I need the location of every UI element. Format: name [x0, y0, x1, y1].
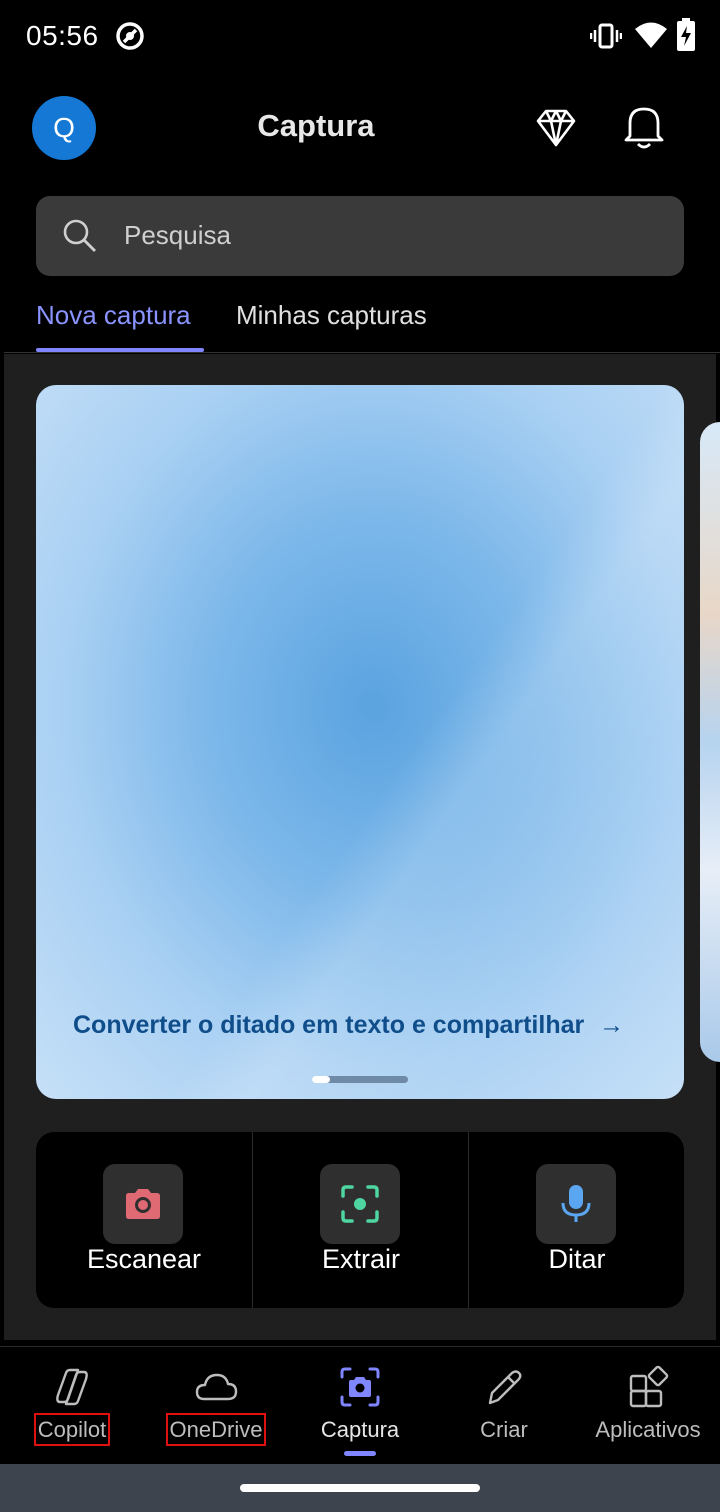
premium-diamond-icon[interactable]	[534, 106, 578, 150]
extract-label: Extrair	[321, 1244, 400, 1274]
system-gesture-area	[0, 1464, 720, 1512]
nav-active-indicator	[344, 1451, 376, 1456]
nav-label-onedrive: OneDrive	[165, 1413, 267, 1446]
notifications-bell-icon[interactable]	[622, 102, 666, 150]
dictate-label: Ditar	[548, 1244, 606, 1274]
card-background-art	[36, 385, 684, 1099]
status-time: 05:56	[26, 20, 99, 51]
dictate-icon-tile	[536, 1164, 616, 1244]
search-icon	[63, 219, 96, 252]
carousel-pager-active	[312, 1076, 330, 1083]
nav-label-copilot: Copilot	[33, 1413, 111, 1446]
capture-camera-icon	[340, 1367, 380, 1407]
status-bar: 05:56	[0, 0, 720, 72]
battery-charging-icon	[677, 18, 695, 51]
bottom-navigation: Copilot OneDrive Captura Criar Aplicativ…	[0, 1346, 720, 1464]
nav-item-aplicativos[interactable]: Aplicativos	[576, 1347, 720, 1465]
search-placeholder: Pesquisa	[124, 220, 231, 250]
copilot-icon	[56, 1368, 88, 1406]
nav-item-criar[interactable]: Criar	[432, 1347, 576, 1465]
apps-grid-icon	[629, 1365, 669, 1408]
carousel-card[interactable]: Converter o ditado em texto e compartilh…	[36, 385, 684, 1099]
dictate-button[interactable]: Ditar	[468, 1132, 684, 1308]
nav-label-captura: Captura	[320, 1417, 400, 1442]
pen-icon	[488, 1370, 522, 1405]
cloud-icon	[195, 1373, 238, 1401]
card-caption[interactable]: Converter o ditado em texto e compartilh…	[73, 1011, 624, 1040]
nav-item-onedrive[interactable]: OneDrive	[144, 1347, 288, 1465]
tab-nova-captura[interactable]: Nova captura	[36, 300, 191, 331]
vibrate-icon	[590, 23, 622, 49]
arrow-right-icon: →	[599, 1011, 625, 1039]
tab-divider	[4, 352, 720, 353]
scan-text-icon	[341, 1185, 379, 1223]
extract-icon-tile	[320, 1164, 400, 1244]
next-carousel-card[interactable]	[700, 422, 720, 1062]
tab-minhas-capturas[interactable]: Minhas capturas	[236, 300, 427, 331]
scan-label: Escanear	[86, 1244, 202, 1274]
capture-actions: Escanear Extrair Ditar	[36, 1132, 684, 1308]
nav-item-copilot[interactable]: Copilot	[0, 1347, 144, 1465]
camera-icon	[126, 1189, 160, 1219]
extract-button[interactable]: Extrair	[252, 1132, 468, 1308]
scan-button[interactable]: Escanear	[36, 1132, 252, 1308]
nav-label-aplicativos: Aplicativos	[595, 1417, 701, 1442]
scan-icon-tile	[103, 1164, 183, 1244]
sync-icon	[116, 22, 144, 50]
wifi-icon	[635, 22, 667, 48]
nav-item-captura[interactable]: Captura	[288, 1347, 432, 1465]
nav-label-criar: Criar	[480, 1417, 528, 1442]
home-gesture-handle[interactable]	[240, 1484, 480, 1492]
microphone-icon	[561, 1185, 591, 1222]
card-caption-text: Converter o ditado em texto e compartilh…	[73, 1011, 585, 1039]
search-input[interactable]: Pesquisa	[36, 196, 684, 276]
